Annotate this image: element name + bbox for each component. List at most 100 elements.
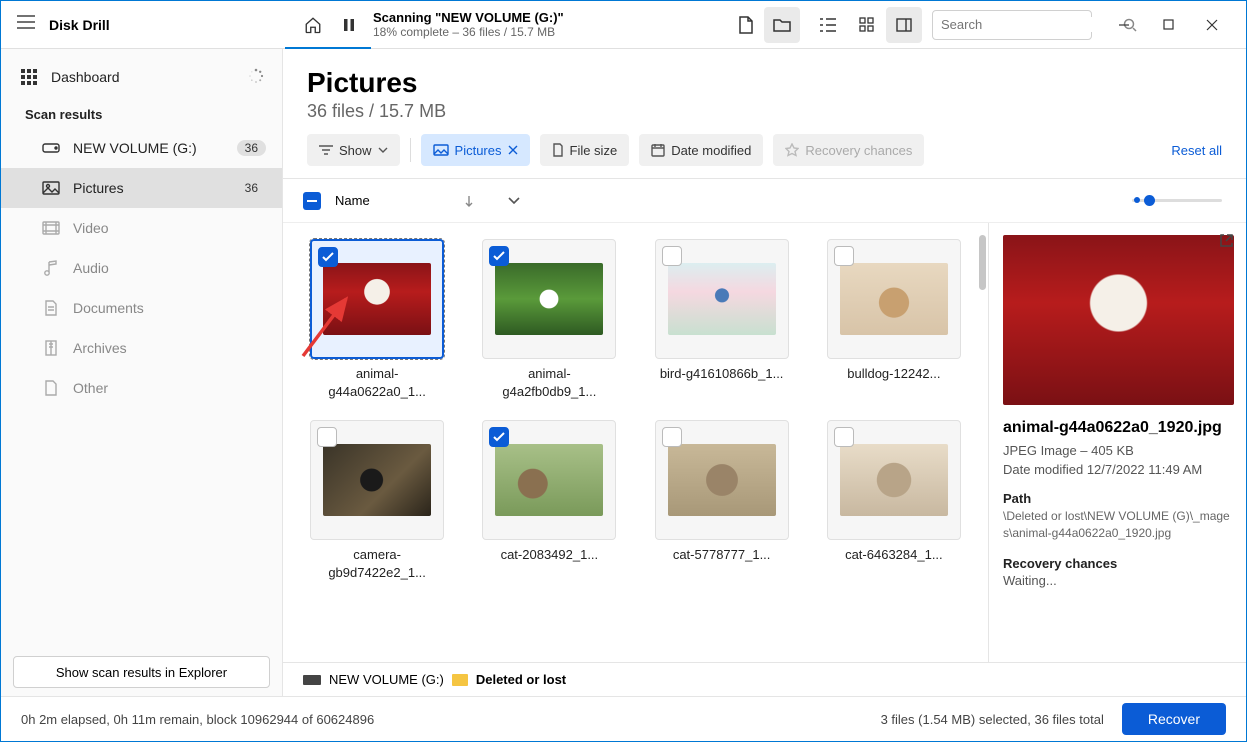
sort-asc-icon[interactable] bbox=[464, 195, 474, 207]
sidebar-item-label: Other bbox=[73, 380, 266, 396]
sidebar-item-archives[interactable]: Archives bbox=[1, 328, 282, 368]
thumbnail[interactable] bbox=[482, 239, 616, 359]
filter-pictures-button[interactable]: Pictures bbox=[421, 134, 530, 166]
file-checkbox[interactable] bbox=[489, 427, 509, 447]
sidebar-footer: Show scan results in Explorer bbox=[1, 648, 282, 696]
file-card[interactable]: animal-g44a0622a0_1... bbox=[303, 239, 451, 400]
titlebar-left: Disk Drill bbox=[1, 15, 283, 35]
column-name[interactable]: Name bbox=[335, 193, 370, 208]
breadcrumb-folder[interactable]: Deleted or lost bbox=[476, 672, 566, 687]
sidebar-item-pictures[interactable]: Pictures 36 bbox=[1, 168, 282, 208]
file-name: bulldog-12242... bbox=[827, 365, 961, 383]
file-card[interactable]: cat-2083492_1... bbox=[475, 420, 623, 581]
sidebar-item-documents[interactable]: Documents bbox=[1, 288, 282, 328]
list-view-button[interactable] bbox=[810, 7, 846, 43]
thumbnail[interactable] bbox=[310, 420, 444, 540]
maximize-button[interactable] bbox=[1146, 7, 1190, 43]
detail-type-size: JPEG Image – 405 KB bbox=[1003, 443, 1234, 458]
scan-status: Scanning "NEW VOLUME (G:)" 18% complete … bbox=[373, 10, 564, 39]
file-checkbox[interactable] bbox=[318, 247, 338, 267]
file-checkbox[interactable] bbox=[834, 427, 854, 447]
main-header: Pictures 36 files / 15.7 MB bbox=[283, 49, 1246, 134]
file-name: cat-2083492_1... bbox=[482, 546, 616, 564]
filter-bar: Show Pictures File size Date modified Re… bbox=[283, 134, 1246, 179]
titlebar-right: Scanning "NEW VOLUME (G:)" 18% complete … bbox=[283, 7, 1246, 43]
pictures-icon bbox=[41, 181, 61, 195]
file-checkbox[interactable] bbox=[317, 427, 337, 447]
sidebar-item-video[interactable]: Video bbox=[1, 208, 282, 248]
home-button[interactable] bbox=[295, 7, 331, 43]
thumbnail[interactable] bbox=[827, 420, 961, 540]
status-bar: 0h 2m elapsed, 0h 11m remain, block 1096… bbox=[1, 696, 1246, 741]
thumbnail[interactable] bbox=[482, 420, 616, 540]
sidebar-item-other[interactable]: Other bbox=[1, 368, 282, 408]
thumbnail-image bbox=[323, 263, 431, 335]
zoom-slider[interactable] bbox=[1132, 199, 1222, 202]
file-checkbox[interactable] bbox=[834, 246, 854, 266]
status-elapsed: 0h 2m elapsed, 0h 11m remain, block 1096… bbox=[21, 712, 881, 727]
filter-recovery-button[interactable]: Recovery chances bbox=[773, 134, 924, 166]
grid-view-button[interactable] bbox=[848, 7, 884, 43]
file-checkbox[interactable] bbox=[662, 427, 682, 447]
folder-icon-button[interactable] bbox=[764, 7, 800, 43]
show-in-explorer-button[interactable]: Show scan results in Explorer bbox=[13, 656, 270, 688]
active-tab-indicator bbox=[285, 47, 371, 49]
sidebar-item-count: 36 bbox=[237, 180, 266, 196]
preview-image bbox=[1003, 235, 1234, 405]
thumbnail[interactable] bbox=[655, 239, 789, 359]
thumbnail-image bbox=[840, 263, 948, 335]
sidebar-item-label: NEW VOLUME (G:) bbox=[73, 140, 225, 156]
body: Dashboard Scan results NEW VOLUME (G:) 3… bbox=[1, 49, 1246, 696]
sidebar-item-label: Pictures bbox=[73, 180, 225, 196]
file-icon-button[interactable] bbox=[728, 7, 764, 43]
breadcrumb-drive[interactable]: NEW VOLUME (G:) bbox=[329, 672, 444, 687]
chevron-down-icon[interactable] bbox=[508, 197, 520, 204]
panel-view-button[interactable] bbox=[886, 7, 922, 43]
pause-button[interactable] bbox=[331, 7, 367, 43]
open-external-icon[interactable] bbox=[1219, 233, 1234, 248]
file-card[interactable]: bird-g41610866b_1... bbox=[648, 239, 796, 400]
reset-all-link[interactable]: Reset all bbox=[1171, 143, 1222, 158]
file-card[interactable]: cat-6463284_1... bbox=[820, 420, 968, 581]
menu-icon[interactable] bbox=[17, 15, 37, 35]
sidebar-item-label: Audio bbox=[73, 260, 266, 276]
file-checkbox[interactable] bbox=[662, 246, 682, 266]
close-icon[interactable] bbox=[508, 145, 518, 155]
sidebar-item-audio[interactable]: Audio bbox=[1, 248, 282, 288]
zoom-thumb[interactable] bbox=[1144, 195, 1155, 206]
documents-icon bbox=[41, 300, 61, 316]
thumbnail-image bbox=[323, 444, 431, 516]
sidebar-item-volume[interactable]: NEW VOLUME (G:) 36 bbox=[1, 128, 282, 168]
file-card[interactable]: cat-5778777_1... bbox=[648, 420, 796, 581]
thumbnail[interactable] bbox=[310, 239, 444, 359]
scan-subtitle: 18% complete – 36 files / 15.7 MB bbox=[373, 25, 564, 39]
drive-icon bbox=[41, 143, 61, 153]
search-input[interactable] bbox=[941, 17, 1117, 32]
sidebar-item-label: Dashboard bbox=[51, 69, 236, 85]
filter-show-button[interactable]: Show bbox=[307, 134, 400, 166]
status-selection: 3 files (1.54 MB) selected, 36 files tot… bbox=[881, 712, 1104, 727]
filter-filesize-button[interactable]: File size bbox=[540, 134, 630, 166]
sidebar-dashboard[interactable]: Dashboard bbox=[1, 57, 282, 97]
thumbnail[interactable] bbox=[827, 239, 961, 359]
recover-button[interactable]: Recover bbox=[1122, 703, 1226, 735]
file-name: cat-6463284_1... bbox=[827, 546, 961, 564]
detail-path-label: Path bbox=[1003, 491, 1234, 506]
close-button[interactable] bbox=[1190, 7, 1234, 43]
search-box[interactable] bbox=[932, 10, 1092, 40]
scrollbar-thumb[interactable] bbox=[979, 235, 986, 290]
minimize-button[interactable] bbox=[1102, 7, 1146, 43]
file-name: camera-gb9d7422e2_1... bbox=[310, 546, 444, 581]
select-all-checkbox[interactable] bbox=[303, 192, 321, 210]
main-content: Pictures 36 files / 15.7 MB Show Picture… bbox=[283, 49, 1246, 696]
file-card[interactable]: bulldog-12242... bbox=[820, 239, 968, 400]
file-card[interactable]: animal-g4a2fb0db9_1... bbox=[475, 239, 623, 400]
file-checkbox[interactable] bbox=[489, 246, 509, 266]
file-grid: animal-g44a0622a0_1...animal-g4a2fb0db9_… bbox=[303, 239, 968, 581]
page-subtitle: 36 files / 15.7 MB bbox=[307, 101, 1222, 122]
thumbnail-image bbox=[840, 444, 948, 516]
file-card[interactable]: camera-gb9d7422e2_1... bbox=[303, 420, 451, 581]
thumbnail[interactable] bbox=[655, 420, 789, 540]
file-name: cat-5778777_1... bbox=[655, 546, 789, 564]
filter-date-button[interactable]: Date modified bbox=[639, 134, 763, 166]
